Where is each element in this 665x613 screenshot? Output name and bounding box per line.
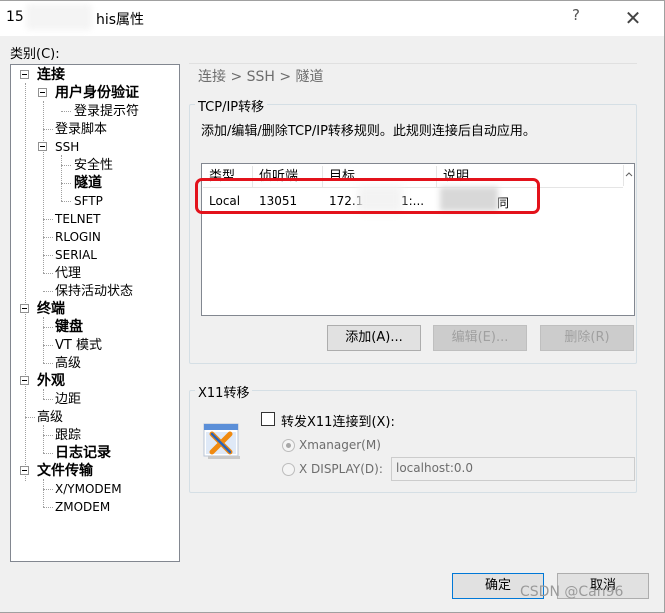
tree-line: [43, 273, 53, 274]
tree-line: [43, 219, 53, 220]
help-button[interactable]: ?: [566, 6, 586, 30]
tree-line: [43, 129, 53, 130]
tree-item-sftp[interactable]: SFTP: [74, 193, 103, 210]
tree-item-telnet[interactable]: TELNET: [55, 211, 101, 228]
tree-item-terminal[interactable]: 终端: [37, 301, 65, 318]
column-header-target[interactable]: 目标: [323, 166, 437, 187]
tree-item-login-prompt[interactable]: 登录提示符: [74, 103, 139, 120]
edit-button[interactable]: 编辑(E)...: [433, 325, 527, 351]
xmanager-icon: [203, 423, 240, 459]
title-blur: [26, 4, 92, 30]
tree-line: [61, 201, 71, 202]
header-divider: [203, 187, 623, 188]
tree-line: [43, 453, 53, 454]
tcp-description: 添加/编辑/删除TCP/IP转移规则。此规则连接后自动应用。: [201, 124, 536, 139]
tree-item-ssh[interactable]: SSH: [55, 139, 79, 156]
tree-item-keepalive[interactable]: 保持活动状态: [55, 283, 133, 300]
collapse-icon[interactable]: [38, 142, 47, 151]
tree-item-trace[interactable]: 跟踪: [55, 427, 81, 444]
redacted-blur: [440, 187, 498, 211]
window-title-prefix: 15: [6, 9, 24, 25]
tree-item-appearance[interactable]: 外观: [37, 373, 65, 390]
tree-item-tunnel[interactable]: 隧道: [74, 175, 102, 192]
tree-item-user-auth[interactable]: 用户身份验证: [55, 85, 139, 102]
tree-line: [43, 363, 53, 364]
tree-item-vt-mode[interactable]: VT 模式: [55, 337, 102, 354]
add-button[interactable]: 添加(A)...: [327, 325, 421, 351]
breadcrumb: 连接 > SSH > 隧道: [198, 69, 324, 85]
xmanager-radio[interactable]: [282, 439, 295, 452]
category-label: 类别(C):: [10, 47, 60, 62]
close-button[interactable]: ✕: [616, 4, 650, 32]
xmanager-radio-label[interactable]: Xmanager(M): [299, 438, 381, 452]
redacted-blur: [358, 186, 402, 212]
tree-item-security[interactable]: 安全性: [74, 157, 113, 174]
tcp-group-label: TCP/IP转移: [195, 96, 268, 115]
tree-line: [61, 183, 71, 184]
tree-item-connection[interactable]: 连接: [37, 67, 65, 84]
cell-description: 同: [497, 196, 510, 210]
collapse-icon[interactable]: [20, 376, 29, 385]
tree-item-advanced[interactable]: 高级: [37, 409, 63, 426]
tree-line: [43, 425, 44, 453]
column-header-description[interactable]: 说明: [437, 166, 623, 187]
tree-item-advanced-terminal[interactable]: 高级: [55, 355, 81, 372]
x-display-radio[interactable]: [282, 463, 295, 476]
tree-item-margin[interactable]: 边距: [55, 391, 81, 408]
category-tree[interactable]: 连接 用户身份验证 登录提示符 登录脚本 SSH 安全性 隧道 SFTP TEL…: [10, 64, 180, 562]
x11-group-label: X11转移: [195, 382, 253, 401]
collapse-icon[interactable]: [20, 466, 29, 475]
tree-line: [43, 255, 53, 256]
tree-line: [61, 165, 71, 166]
collapse-icon[interactable]: [20, 70, 29, 79]
cell-target-tail: 1:...: [401, 194, 425, 208]
collapse-icon[interactable]: [38, 88, 47, 97]
tree-item-login-script[interactable]: 登录脚本: [55, 121, 107, 138]
tree-item-serial[interactable]: SERIAL: [55, 247, 97, 264]
tree-line: [43, 101, 44, 273]
scroll-up-arrow[interactable]: [623, 165, 634, 186]
tree-item-rlogin[interactable]: RLOGIN: [55, 229, 101, 246]
column-header-listen-port[interactable]: 侦听端...: [253, 166, 323, 187]
cell-type: Local: [209, 194, 241, 208]
watermark: CSDN @Can96: [520, 584, 624, 600]
tree-line: [43, 479, 44, 507]
forward-x11-label[interactable]: 转发X11连接到(X):: [281, 411, 395, 430]
tree-line: [61, 111, 71, 112]
forward-x11-checkbox[interactable]: [261, 412, 275, 426]
tree-line: [43, 399, 53, 400]
tree-item-proxy[interactable]: 代理: [55, 265, 81, 282]
tree-item-zmodem[interactable]: ZMODEM: [55, 499, 110, 516]
tree-line: [43, 237, 53, 238]
cell-listen-port: 13051: [259, 194, 298, 208]
tree-line: [43, 389, 44, 399]
column-header-type[interactable]: 类型: [203, 166, 253, 187]
forwarding-rules-list[interactable]: 类型 侦听端... 目标 说明 Local 13051 172.1 1:... …: [201, 163, 635, 316]
tree-item-xymodem[interactable]: X/YMODEM: [55, 481, 122, 498]
tree-item-file-transfer[interactable]: 文件传输: [37, 463, 93, 480]
tree-line: [43, 345, 53, 346]
tree-line: [43, 435, 53, 436]
tree-item-log[interactable]: 日志记录: [55, 445, 111, 462]
tree-line: [43, 327, 53, 328]
tree-line: [43, 291, 53, 292]
tree-line: [43, 317, 44, 363]
x-display-input[interactable]: localhost:0.0: [391, 457, 635, 481]
tree-line: [43, 507, 53, 508]
tree-line: [25, 417, 35, 418]
tree-line: [43, 489, 53, 490]
tree-line: [25, 83, 26, 481]
x-display-radio-label[interactable]: X DISPLAY(D):: [299, 462, 383, 476]
tree-item-keyboard[interactable]: 键盘: [55, 319, 83, 336]
tree-line: [61, 155, 62, 201]
delete-button[interactable]: 删除(R): [540, 325, 634, 351]
window-title: his属性: [96, 12, 145, 28]
collapse-icon[interactable]: [20, 304, 29, 313]
